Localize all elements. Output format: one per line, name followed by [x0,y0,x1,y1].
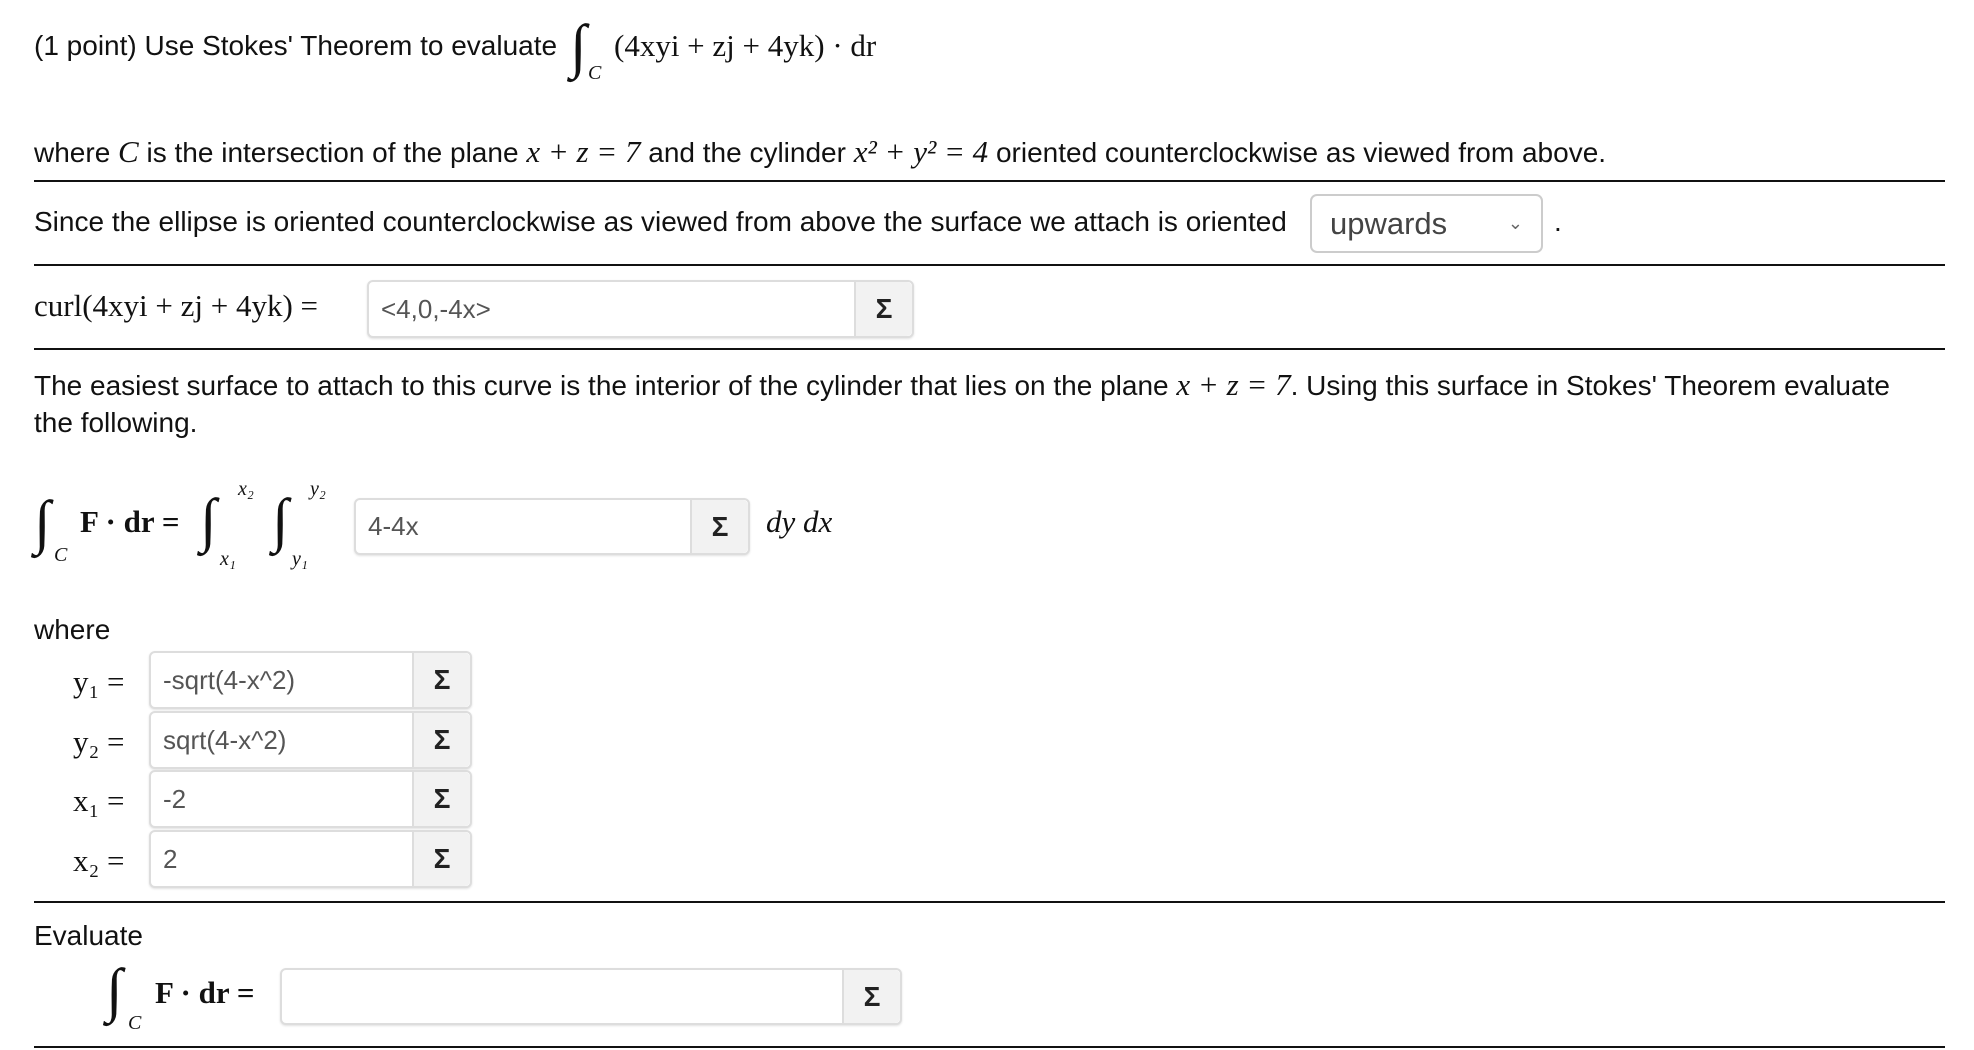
sigma-button[interactable]: Σ [412,713,470,767]
text: The easiest surface to attach to this cu… [34,370,1177,401]
bound-label: x₁ = [73,783,125,818]
where-line: where C is the intersection of the plane… [34,134,1606,170]
contour-label: C [588,62,602,84]
curl-answer-field: Σ [367,280,914,338]
lhs: F · dr = [155,975,255,1010]
y2-input[interactable] [151,713,412,767]
curl-input[interactable] [369,282,854,336]
upper-limit-x: x₂ [238,478,254,500]
bound-label: y₂ = [73,724,125,759]
final-answer-field: Σ [280,968,902,1025]
integrand-answer-field: Σ [354,498,750,555]
chevron-down-icon: ⌄ [1507,213,1523,233]
surface-text-line1: The easiest surface to attach to this cu… [34,367,1890,403]
integral-sign: ∫ [200,487,217,553]
curl-label: curl(4xyi + zj + 4yk) = [34,288,319,323]
lower-limit-y: y₁ [292,548,308,570]
sigma-button[interactable]: Σ [412,772,470,826]
integral-sign: ∫ [570,13,587,79]
lhs: F · dr = [80,504,180,539]
plane-eq: x + z = 7 [1176,367,1291,402]
upper-limit-y: y₂ [310,478,326,500]
text: oriented counterclockwise as viewed from… [988,137,1607,168]
intro-text: (1 point) Use Stokes' Theorem to evaluat… [34,30,558,61]
bound-field-x2: Σ [149,830,472,888]
cylinder-eq: x² + y² = 4 [853,134,989,169]
integrand: (4xyi + zj + 4yk) · dr [614,28,877,63]
sigma-button[interactable]: Σ [690,500,748,553]
orientation-text: Since the ellipse is oriented counterclo… [34,206,1287,237]
divider [34,901,1945,903]
integral-sign: ∫ [272,487,289,553]
sigma-button[interactable]: Σ [412,653,470,707]
divider [34,1046,1945,1048]
sigma-button[interactable]: Σ [854,282,912,336]
orientation-select[interactable]: upwards ⌄ [1310,194,1543,253]
sigma-button[interactable]: Σ [412,832,470,886]
sigma-button[interactable]: Σ [842,970,900,1023]
period: . [1554,206,1562,237]
contour-label: C [54,544,68,566]
select-value: upwards [1330,205,1448,241]
text: is the intersection of the plane [138,137,527,168]
differentials: dy dx [766,504,833,539]
divider [34,264,1945,266]
bound-label: x₂ = [73,843,125,878]
contour-label: C [128,1012,142,1034]
integral-sign: ∫ [106,957,123,1023]
where-label: where [34,614,111,645]
surface-text-line2: the following. [34,407,198,438]
x2-input[interactable] [151,832,412,886]
bound-label: y₁ = [73,664,125,699]
integrand-input[interactable] [356,500,690,553]
bound-field-y2: Σ [149,711,472,769]
text: where [34,137,119,168]
curve-c: C [118,134,139,169]
x1-input[interactable] [151,772,412,826]
text: and the cylinder [640,137,854,168]
lower-limit-x: x₁ [220,548,236,570]
bound-field-x1: Σ [149,770,472,828]
evaluate-label: Evaluate [34,920,143,951]
y1-input[interactable] [151,653,412,707]
plane-eq: x + z = 7 [526,134,641,169]
integral-sign: ∫ [34,489,51,555]
divider [34,348,1945,350]
final-answer-input[interactable] [282,970,842,1023]
bound-field-y1: Σ [149,651,472,709]
divider [34,180,1945,182]
text: . Using this surface in Stokes' Theorem … [1290,370,1890,401]
